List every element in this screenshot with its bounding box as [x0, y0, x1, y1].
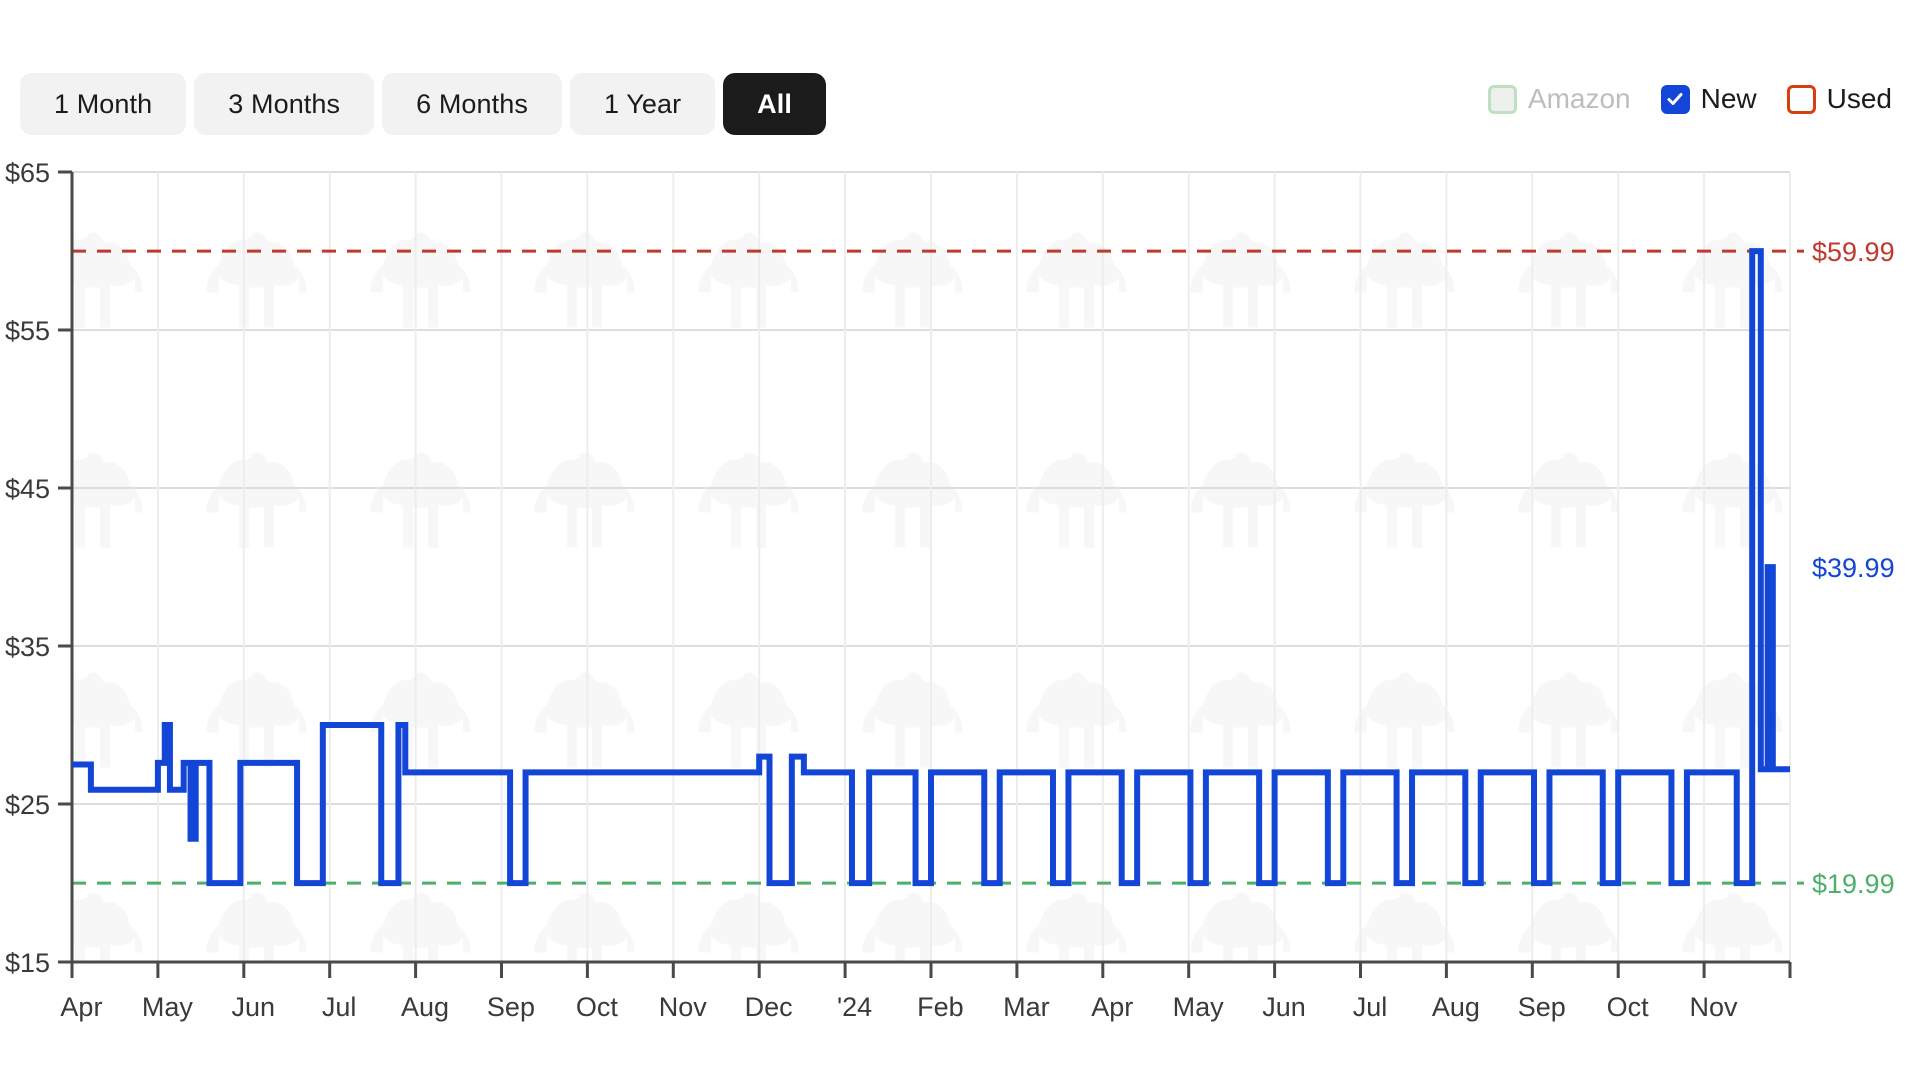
chart-toolbar: 1 Month 3 Months 6 Months 1 Year All Amazon N… [0, 0, 1920, 160]
y-tick-label: $25 [5, 790, 50, 820]
x-tick-label: Dec [745, 992, 793, 1022]
x-tick-label: Jun [1262, 992, 1306, 1022]
price-annotation-5999: $59.99 [1812, 237, 1895, 267]
x-tick-label: Jun [231, 992, 275, 1022]
legend-label-new: New [1700, 83, 1757, 114]
range-button-6-months[interactable]: 6 Months [382, 73, 562, 135]
x-tick-label: Jul [322, 992, 357, 1022]
x-tick-label: Aug [1432, 992, 1480, 1022]
range-button-1-year[interactable]: 1 Year [569, 73, 716, 135]
y-tick-label: $65 [5, 160, 50, 188]
x-tick-label: May [1173, 992, 1225, 1022]
legend-item-new[interactable]: New [1660, 83, 1757, 115]
range-button-1-month[interactable]: 1 Month [20, 73, 187, 135]
price-annotations: $59.99 $39.99 $19.99 [1812, 237, 1895, 899]
x-tick-label: Jul [1353, 992, 1388, 1022]
x-tick-label: May [142, 992, 194, 1022]
range-selector-group: 1 Month 3 Months 6 Months 1 Year All [20, 73, 826, 135]
x-tick-label: Sep [487, 992, 535, 1022]
x-tick-label: Oct [576, 992, 619, 1022]
y-tick-label: $45 [5, 474, 50, 504]
x-tick-label: '24 [837, 992, 872, 1022]
y-tick-label: $35 [5, 632, 50, 662]
legend-label-used: Used [1826, 83, 1892, 114]
x-tick-label: Nov [1690, 992, 1739, 1022]
checkbox-amazon-unchecked-icon[interactable] [1487, 84, 1517, 114]
price-chart-svg: $65 $55 $45 $35 $25 $15 Apr May Jun Jul Aug Sep Oct… [5, 160, 1895, 1022]
y-tick-label: $15 [5, 948, 50, 978]
x-tick-label: Sep [1518, 992, 1566, 1022]
x-tick-label: Aug [401, 992, 449, 1022]
legend-item-amazon[interactable]: Amazon [1487, 83, 1631, 115]
series-legend: Amazon New Used [1487, 83, 1892, 115]
x-axis-ticks: Apr May Jun Jul Aug Sep Oct Nov Dec '24 Feb Mar Apr M… [60, 962, 1792, 1022]
y-tick-label: $55 [5, 316, 50, 346]
range-button-3-months[interactable]: 3 Months [194, 73, 375, 135]
checkbox-used-unchecked-icon[interactable] [1786, 84, 1816, 114]
x-tick-label: Oct [1607, 992, 1650, 1022]
legend-label-amazon: Amazon [1527, 83, 1631, 114]
x-tick-label: Apr [60, 992, 102, 1022]
price-annotation-1999: $19.99 [1812, 869, 1895, 899]
y-axis-ticks: $65 $55 $45 $35 $25 $15 [5, 160, 72, 978]
price-annotation-3999: $39.99 [1812, 553, 1895, 583]
x-tick-label: Nov [659, 992, 708, 1022]
checkbox-new-checked-icon[interactable] [1660, 84, 1690, 114]
price-history-chart[interactable]: $65 $55 $45 $35 $25 $15 Apr May Jun Jul Aug Sep Oct… [0, 160, 1920, 1080]
x-tick-label: Feb [917, 992, 964, 1022]
x-tick-label: Apr [1091, 992, 1133, 1022]
legend-item-used[interactable]: Used [1786, 83, 1892, 115]
x-tick-label: Mar [1003, 992, 1050, 1022]
range-button-all[interactable]: All [723, 73, 826, 135]
